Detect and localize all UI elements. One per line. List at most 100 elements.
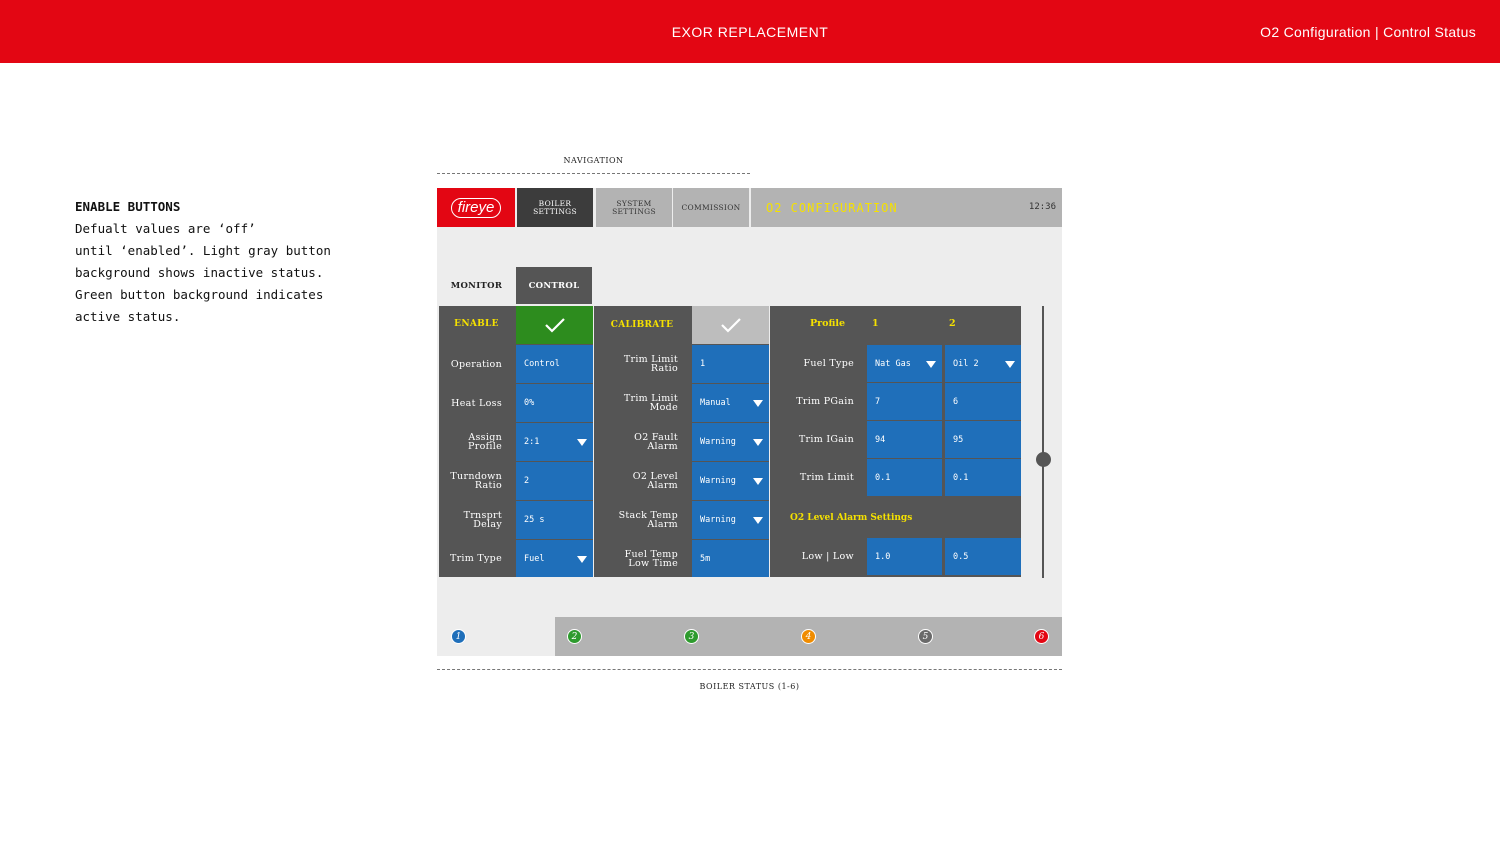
screen-title-bar: O2 CONFIGURATION 12:36 xyxy=(751,188,1062,227)
annotation-line: background shows inactive status. xyxy=(75,265,324,280)
system-settings-button[interactable]: SYSTEM SETTINGS xyxy=(596,188,672,227)
trim-type-label: Trim Type xyxy=(439,540,514,577)
trim-limit-mode-label: Trim Limit Mode xyxy=(594,384,690,422)
scrollbar-track[interactable] xyxy=(1042,306,1044,578)
assign-profile-value: 2:1 xyxy=(524,437,540,447)
stack-temp-alarm-label: Stack Temp Alarm xyxy=(594,501,690,539)
trim-limit-profile-1-field[interactable]: 0.1 xyxy=(867,459,942,496)
trim-igain-label-text: Trim IGain xyxy=(798,434,854,445)
trim-pgain-label-text: Trim PGain xyxy=(796,396,854,407)
navigation-label: NAVIGATION xyxy=(563,156,624,165)
trim-limit-mode-label-2: Mode xyxy=(649,402,678,413)
boiler-status-6[interactable]: 6 xyxy=(1034,629,1049,644)
boiler-settings-button[interactable]: BOILER SETTINGS xyxy=(517,188,593,227)
logo-text: fireye xyxy=(450,197,502,218)
fuel-temp-low-time-label-2: Low Time xyxy=(628,557,678,569)
trim-limit-profile-2-field[interactable]: 0.1 xyxy=(945,459,1021,496)
clock: 12:36 xyxy=(1028,202,1056,212)
boiler-status-3-number: 3 xyxy=(688,631,695,642)
enable-toggle-button[interactable] xyxy=(516,306,593,344)
fuel-temp-low-time-label: Fuel Temp Low Time xyxy=(594,540,690,577)
annotation-heading: ENABLE BUTTONS xyxy=(75,199,181,214)
dropdown-arrow-icon xyxy=(753,439,763,446)
trim-pgain-profile-1-value: 7 xyxy=(875,396,881,407)
transport-delay-label: Trnsprt Delay xyxy=(439,501,514,539)
trim-limit-ratio-value: 1 xyxy=(700,359,706,369)
trim-limit-ratio-field[interactable]: 1 xyxy=(692,345,769,383)
boiler-status-2[interactable]: 2 xyxy=(567,629,582,644)
trim-igain-profile-2-value: 95 xyxy=(953,434,964,445)
annotation-line: active status. xyxy=(75,309,181,324)
o2-fault-alarm-select[interactable]: Warning xyxy=(692,423,769,461)
enable-label: ENABLE xyxy=(454,319,499,329)
scrollbar-thumb[interactable] xyxy=(1036,452,1051,467)
annotation-line: Green button background indicates xyxy=(75,287,324,302)
operation-field[interactable]: Control xyxy=(516,345,593,383)
tab-control[interactable]: CONTROL xyxy=(516,267,592,304)
trim-igain-profile-1-field[interactable]: 94 xyxy=(867,421,942,458)
calibrate-label: CALIBRATE xyxy=(610,319,674,330)
low-low-label: Low | Low xyxy=(770,538,866,575)
low-low-profile-1-value: 1.0 xyxy=(875,551,891,562)
boiler-status-1[interactable]: 1 xyxy=(451,629,466,644)
transport-delay-field[interactable]: 25 s xyxy=(516,501,593,539)
boiler-status-label: BOILER STATUS (1-6) xyxy=(699,682,800,691)
assign-profile-select[interactable]: 2:1 xyxy=(516,423,593,461)
boiler-status-1-number: 1 xyxy=(455,631,462,642)
screen-title: O2 CONFIGURATION xyxy=(766,201,898,215)
boiler-settings-label-2: SETTINGS xyxy=(533,206,577,216)
low-low-label-text: Low | Low xyxy=(801,551,854,562)
checkmark-icon xyxy=(544,318,565,333)
low-low-profile-2-field[interactable]: 0.5 xyxy=(945,538,1021,575)
device-screen: fireye BOILER SETTINGS SYSTEM SETTINGS C… xyxy=(437,188,1062,656)
commission-button[interactable]: COMMISSION xyxy=(673,188,749,227)
operation-value: Control xyxy=(524,359,560,369)
low-low-profile-1-field[interactable]: 1.0 xyxy=(867,538,942,575)
tab-control-label: CONTROL xyxy=(528,280,580,291)
profile-1-header: 1 xyxy=(872,318,879,329)
trim-pgain-profile-1-field[interactable]: 7 xyxy=(867,383,942,420)
trim-pgain-profile-2-value: 6 xyxy=(953,396,959,407)
fuel-type-profile-1-select[interactable]: Nat Gas xyxy=(867,345,942,382)
trim-limit-label: Trim Limit xyxy=(770,459,866,496)
boiler-status-4[interactable]: 4 xyxy=(801,629,816,644)
commission-label: COMMISSION xyxy=(681,202,741,212)
heat-loss-label-text: Heat Loss xyxy=(451,397,502,409)
fireye-logo[interactable]: fireye xyxy=(437,188,515,227)
operation-label: Operation xyxy=(439,345,514,383)
tab-monitor-label: MONITOR xyxy=(450,280,503,291)
annotation-note: ENABLE BUTTONS Defualt values are ‘off’ … xyxy=(75,196,395,328)
boiler-status-3[interactable]: 3 xyxy=(684,629,699,644)
fuel-type-profile-2-select[interactable]: Oil 2 xyxy=(945,345,1021,382)
stack-temp-alarm-select[interactable]: Warning xyxy=(692,501,769,539)
boiler-status-2-number: 2 xyxy=(571,631,578,642)
trim-pgain-profile-2-field[interactable]: 6 xyxy=(945,383,1021,420)
calibrate-toggle-button[interactable] xyxy=(692,306,769,344)
fuel-temp-low-time-field[interactable]: 5m xyxy=(692,540,769,577)
dropdown-arrow-icon xyxy=(753,517,763,524)
trim-limit-mode-select[interactable]: Manual xyxy=(692,384,769,422)
fuel-type-label: Fuel Type xyxy=(770,345,866,382)
tab-monitor[interactable]: MONITOR xyxy=(439,267,514,304)
turndown-ratio-field[interactable]: 2 xyxy=(516,462,593,500)
trim-limit-profile-1-value: 0.1 xyxy=(875,472,891,483)
dropdown-arrow-icon xyxy=(577,555,587,563)
trim-type-select[interactable]: Fuel xyxy=(516,540,593,577)
heat-loss-field[interactable]: 0% xyxy=(516,384,593,422)
o2-level-alarm-select[interactable]: Warning xyxy=(692,462,769,500)
fuel-type-label-text: Fuel Type xyxy=(803,358,854,369)
boiler-status-5[interactable]: 5 xyxy=(918,629,933,644)
o2-level-alarm-value: Warning xyxy=(700,476,736,486)
fuel-type-profile-2-value: Oil 2 xyxy=(953,358,979,369)
dropdown-arrow-icon xyxy=(1005,360,1015,368)
profile-2-header: 2 xyxy=(949,318,956,329)
turndown-ratio-label: Turndown Ratio xyxy=(439,462,514,500)
boiler-status-divider xyxy=(437,669,1062,670)
trim-type-value: Fuel xyxy=(524,553,545,564)
trim-igain-profile-2-field[interactable]: 95 xyxy=(945,421,1021,458)
dropdown-arrow-icon xyxy=(753,400,763,407)
dropdown-arrow-icon xyxy=(753,478,763,485)
checkmark-icon xyxy=(720,318,741,333)
assign-profile-label: Assign Profile xyxy=(439,423,514,461)
fuel-temp-low-time-value: 5m xyxy=(700,553,711,564)
